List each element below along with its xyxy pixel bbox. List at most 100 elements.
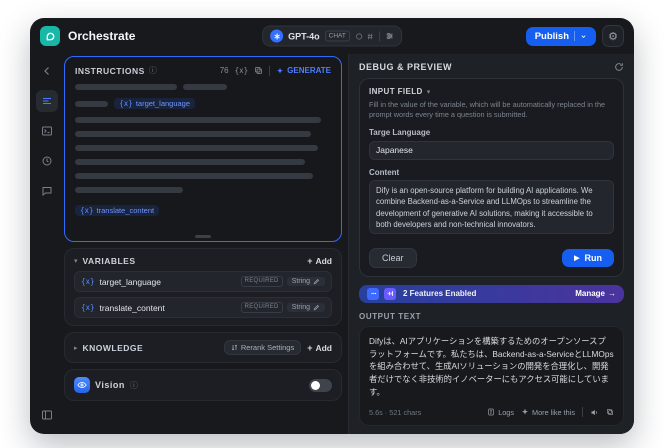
info-icon: ⓘ [129,380,138,390]
insert-variable-icon[interactable]: {x} [235,66,249,75]
braces-variable-icon: {x} [81,277,95,286]
model-selector[interactable]: GPT-4o CHAT [262,25,402,47]
redacted-text-line [75,84,178,90]
variable-token[interactable]: {x} translate_content [75,205,160,216]
left-nav-rail [30,54,64,434]
type-badge[interactable]: String [286,303,325,312]
instructions-editor[interactable]: INSTRUCTIONS ⓘ 76 {x} GENERATE {x} targe… [64,56,342,242]
divider [574,31,575,41]
edit-icon [313,278,320,285]
nav-orchestrate-icon[interactable] [36,90,58,112]
model-name: GPT-4o [288,31,320,41]
rerank-settings-button[interactable]: Rerank Settings [223,340,302,355]
generate-label: GENERATE [287,66,331,75]
redacted-text-line [75,100,109,107]
run-button[interactable]: ▶ Run [562,248,614,267]
nav-logs-icon[interactable] [36,150,58,172]
refresh-icon[interactable] [614,62,624,72]
debug-preview-panel: DEBUG & PREVIEW INPUT FIELD ▾ Fill in th… [348,54,634,434]
input-field-card: INPUT FIELD ▾ Fill in the value of the v… [359,78,624,277]
required-badge: REQUIRED [240,276,283,287]
target-language-input[interactable] [369,140,614,160]
redacted-text-line [75,117,321,123]
settings-button[interactable]: ⚙ [602,25,624,47]
output-stats: 5.6s · 521 chars [369,407,422,417]
publish-label: Publish [534,30,569,42]
logs-button[interactable]: Logs [487,408,514,417]
arrow-right-icon: → [608,289,616,299]
rerank-icon [231,344,237,351]
top-bar: Orchestrate GPT-4o CHAT Publish ⚙ [30,18,634,54]
app-window: Orchestrate GPT-4o CHAT Publish ⚙ INSTRU… [30,18,634,434]
add-knowledge-button[interactable]: + Add [307,343,332,353]
variable-row[interactable]: {x} target_language REQUIRED String [74,271,332,292]
variables-header[interactable]: ▾ VARIABLES + Add [74,256,332,266]
input-field-header[interactable]: INPUT FIELD ▾ [369,87,614,96]
debug-title: DEBUG & PREVIEW [359,62,453,72]
output-box: Difyは、AIアプリケーションを構築するためのオープンソースプラットフォームで… [359,325,624,426]
model-provider-icon [270,29,284,43]
chevron-down-icon: ▾ [74,258,78,265]
feature-speech-icon [384,287,396,300]
input-field-description: Fill in the value of the variable, which… [369,100,606,120]
manage-features-link[interactable]: Manage → [575,289,616,298]
plus-icon: + [307,342,313,353]
dify-logo[interactable] [40,26,60,46]
copy-icon [607,409,613,415]
edit-icon [313,304,320,311]
content-textarea[interactable]: Dify is an open-source platform for buil… [369,179,614,234]
model-settings-icon[interactable] [385,32,394,41]
input-field-title: INPUT FIELD [369,87,423,96]
vision-icon [74,377,90,393]
knowledge-section: ▸ KNOWLEDGE Rerank Settings + Add [64,332,342,363]
braces-variable-icon: {x} [81,303,95,312]
speaker-icon [591,409,597,415]
chevron-down-icon: ▾ [426,88,431,96]
page-title: Orchestrate [68,29,136,43]
logs-icon [488,408,494,416]
redacted-text-line [75,159,306,165]
collapse-panel-icon[interactable] [36,404,58,426]
plus-icon: + [307,256,313,266]
gear-icon: ⚙ [608,30,618,43]
tokens-icon [367,33,373,39]
nav-api-icon[interactable] [36,120,58,142]
divider [378,31,380,41]
instructions-title: INSTRUCTIONS [75,65,145,76]
feature-citation-icon [367,287,379,300]
nav-back-icon[interactable] [36,60,58,82]
vision-title: Vision [95,380,125,390]
copy-icon[interactable] [254,66,263,75]
clear-button[interactable]: Clear [369,247,417,268]
variables-title: VARIABLES [82,256,136,266]
features-bar: 2 Features Enabled Manage → [359,284,624,303]
content-label: Content [369,167,400,177]
orchestrate-panel: INSTRUCTIONS ⓘ 76 {x} GENERATE {x} targe… [64,54,348,434]
redacted-text-line [75,173,314,179]
generate-button[interactable]: GENERATE [276,66,331,75]
temperature-icon [355,32,362,40]
knowledge-header[interactable]: ▸ KNOWLEDGE Rerank Settings + Add [74,340,332,355]
redacted-text-line [75,145,319,151]
char-count: 76 [219,66,229,75]
nav-annotation-icon[interactable] [36,180,58,202]
divider [582,407,583,417]
add-variable-button[interactable]: + Add [307,256,332,266]
vision-section: Vision ⓘ [64,369,342,401]
variable-token[interactable]: {x} target_language [114,98,196,109]
redacted-text-line [183,84,227,90]
copy-output-button[interactable] [606,408,614,416]
speaker-button[interactable] [590,408,599,417]
features-count-label: 2 Features Enabled [403,289,477,299]
redacted-text-line [75,131,311,137]
model-param-icons [355,32,374,40]
more-like-this-button[interactable]: More like this [521,408,575,417]
vision-toggle[interactable] [309,378,332,392]
output-text: Difyは、AIアプリケーションを構築するためのオープンソースプラットフォームで… [369,335,614,398]
output-text-title: OUTPUT TEXT [359,311,422,321]
publish-button[interactable]: Publish [525,26,596,46]
knowledge-title: KNOWLEDGE [82,342,144,353]
chat-mode-badge: CHAT [324,30,350,42]
variable-row[interactable]: {x} translate_content REQUIRED String [74,297,332,318]
type-badge[interactable]: String [286,277,325,286]
